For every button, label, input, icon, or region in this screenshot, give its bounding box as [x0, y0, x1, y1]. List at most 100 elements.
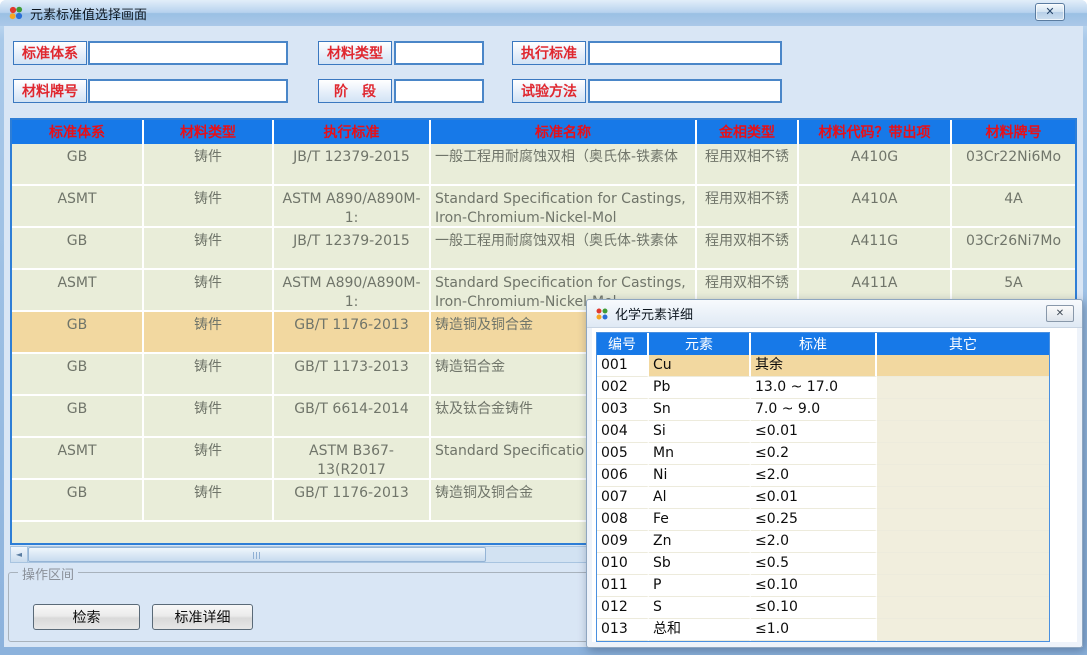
table-cell: 铸件 [144, 480, 274, 522]
exec-standard-label-button[interactable]: 执行标准 [512, 41, 586, 65]
header-element[interactable]: 元素 [649, 333, 751, 355]
table-cell: GB [12, 144, 144, 186]
header-metallographic-type[interactable]: 金相类型 [697, 120, 799, 144]
material-grade-input[interactable] [88, 79, 288, 103]
table-row[interactable]: 011P≤0.10 [597, 575, 1049, 597]
table-cell: ASMT [12, 438, 144, 480]
header-standard-system[interactable]: 标准体系 [12, 120, 144, 144]
table-cell: Pb [649, 377, 751, 399]
table-cell: 一般工程用耐腐蚀双相（奥氏体-铁素体 [431, 144, 697, 186]
header-standard-value[interactable]: 标准 [751, 333, 877, 355]
table-row[interactable]: 006Ni≤2.0 [597, 465, 1049, 487]
exec-standard-input[interactable] [588, 41, 782, 65]
header-material-type[interactable]: 材料类型 [144, 120, 274, 144]
table-cell: 一般工程用耐腐蚀双相（奥氏体-铁素体 [431, 228, 697, 270]
table-cell: 001 [597, 355, 649, 377]
table-cell: Al [649, 487, 751, 509]
table-cell: A411G [799, 228, 952, 270]
table-row[interactable]: 008Fe≤0.25 [597, 509, 1049, 531]
table-row[interactable]: 009Zn≤2.0 [597, 531, 1049, 553]
table-cell: GB [12, 396, 144, 438]
table-row[interactable]: 002Pb13.0 ~ 17.0 [597, 377, 1049, 399]
material-grade-label-button[interactable]: 材料牌号 [13, 79, 87, 103]
table-cell: Ni [649, 465, 751, 487]
scrollbar-thumb[interactable] [28, 547, 486, 562]
table-cell: 铸件 [144, 396, 274, 438]
search-button[interactable]: 检索 [33, 604, 140, 630]
table-cell: GB [12, 354, 144, 396]
table-row[interactable]: 003Sn7.0 ~ 9.0 [597, 399, 1049, 421]
table-cell [877, 421, 1049, 443]
material-type-label-button[interactable]: 材料类型 [318, 41, 392, 65]
table-cell: GB/T 1176-2013 [274, 312, 431, 354]
header-exec-standard[interactable]: 执行标准 [274, 120, 431, 144]
header-standard-name[interactable]: 标准名称 [431, 120, 697, 144]
table-cell: 4A [952, 186, 1075, 228]
material-type-input[interactable] [394, 41, 484, 65]
table-row[interactable]: 007Al≤0.01 [597, 487, 1049, 509]
table-cell: 004 [597, 421, 649, 443]
table-cell: 铸件 [144, 312, 274, 354]
standard-system-input[interactable] [88, 41, 288, 65]
table-cell: S [649, 597, 751, 619]
table-row[interactable]: GB铸件JB/T 12379-2015一般工程用耐腐蚀双相（奥氏体-铁素体程用双… [12, 144, 1075, 186]
table-cell: 铸件 [144, 270, 274, 312]
table-cell: JB/T 12379-2015 [274, 228, 431, 270]
header-other[interactable]: 其它 [877, 333, 1049, 355]
table-cell: A410G [799, 144, 952, 186]
table-cell: 程用双相不锈 [697, 144, 799, 186]
table-cell: 铸件 [144, 354, 274, 396]
standard-system-label-button[interactable]: 标准体系 [13, 41, 87, 65]
table-row[interactable]: GB铸件JB/T 12379-2015一般工程用耐腐蚀双相（奥氏体-铁素体程用双… [12, 228, 1075, 270]
table-cell: Mn [649, 443, 751, 465]
element-table: 编号 元素 标准 其它 001Cu其余002Pb13.0 ~ 17.0003Sn… [596, 332, 1050, 642]
scroll-left-arrow-icon[interactable]: ◄ [11, 547, 28, 562]
table-cell [877, 553, 1049, 575]
table-cell: Fe [649, 509, 751, 531]
popup-content: 编号 元素 标准 其它 001Cu其余002Pb13.0 ~ 17.0003Sn… [592, 328, 1077, 642]
table-cell [877, 465, 1049, 487]
table-cell [877, 575, 1049, 597]
table-cell: 03Cr26Ni7Mo [952, 228, 1075, 270]
table-cell: ≤0.01 [751, 487, 877, 509]
header-element-no[interactable]: 编号 [597, 333, 649, 355]
popup-close-icon: ✕ [1056, 308, 1064, 319]
table-cell: ≤0.10 [751, 597, 877, 619]
table-cell: 003 [597, 399, 649, 421]
table-cell: ≤0.5 [751, 553, 877, 575]
table-cell: GB [12, 480, 144, 522]
app-icon [8, 5, 24, 21]
header-material-grade[interactable]: 材料牌号 [952, 120, 1075, 144]
table-cell: 铸件 [144, 438, 274, 480]
window-title: 元素标准值选择画面 [30, 4, 147, 23]
table-cell: Sn [649, 399, 751, 421]
table-cell: ASMT [12, 186, 144, 228]
table-row[interactable]: 013总和≤1.0 [597, 619, 1049, 641]
titlebar: 元素标准值选择画面 ✕ [0, 0, 1087, 26]
table-cell: ≤0.2 [751, 443, 877, 465]
table-cell [877, 509, 1049, 531]
table-row[interactable]: 010Sb≤0.5 [597, 553, 1049, 575]
table-cell: 铸件 [144, 186, 274, 228]
popup-close-button[interactable]: ✕ [1046, 305, 1074, 322]
table-cell: 012 [597, 597, 649, 619]
table-cell: 010 [597, 553, 649, 575]
stage-input[interactable] [394, 79, 484, 103]
table-row[interactable]: 012S≤0.10 [597, 597, 1049, 619]
popup-table-body: 001Cu其余002Pb13.0 ~ 17.0003Sn7.0 ~ 9.0004… [597, 355, 1049, 641]
test-method-label-button[interactable]: 试验方法 [512, 79, 586, 103]
table-cell: 其余 [751, 355, 877, 377]
table-row[interactable]: ASMT铸件ASTM A890/A890M-1:Standard Specifi… [12, 186, 1075, 228]
standard-detail-button[interactable]: 标准详细 [152, 604, 253, 630]
popup-title: 化学元素详细 [615, 304, 693, 323]
table-row[interactable]: 004Si≤0.01 [597, 421, 1049, 443]
table-cell: Cu [649, 355, 751, 377]
test-method-input[interactable] [588, 79, 782, 103]
table-cell: GB/T 1176-2013 [274, 480, 431, 522]
close-button[interactable]: ✕ [1035, 3, 1065, 21]
table-cell: ≤0.25 [751, 509, 877, 531]
stage-label-button[interactable]: 阶 段 [318, 79, 392, 103]
header-material-code[interactable]: 材料代码？带出项 [799, 120, 952, 144]
table-row[interactable]: 001Cu其余 [597, 355, 1049, 377]
table-row[interactable]: 005Mn≤0.2 [597, 443, 1049, 465]
